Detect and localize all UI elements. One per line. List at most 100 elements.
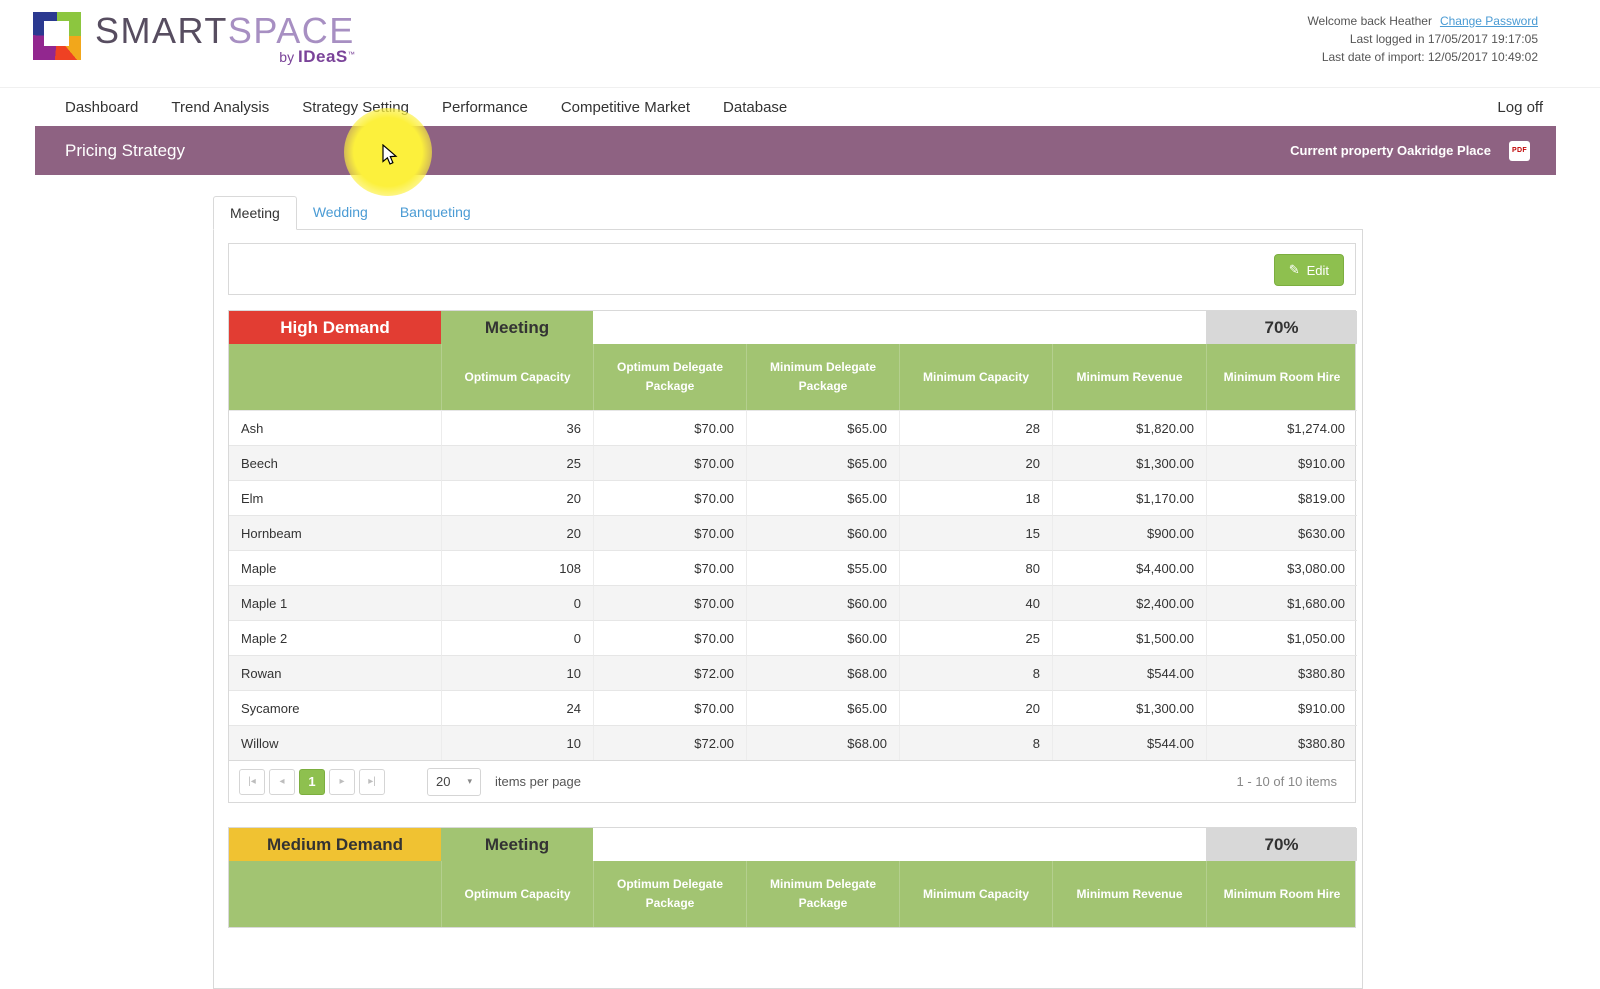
table-row[interactable]: Maple 2 0 $70.00 $60.00 25 $1,500.00 $1,050.00 bbox=[229, 620, 1357, 655]
value-cell: $70.00 bbox=[593, 585, 746, 620]
table-row[interactable]: Maple 108 $70.00 $55.00 80 $4,400.00 $3,080.00 bbox=[229, 550, 1357, 585]
band-spacer bbox=[593, 311, 1206, 344]
nav-item-performance[interactable]: Performance bbox=[442, 99, 528, 116]
value-cell: $544.00 bbox=[1052, 655, 1206, 690]
value-cell: $65.00 bbox=[746, 445, 899, 480]
value-cell: $1,300.00 bbox=[1052, 445, 1206, 480]
value-cell: $1,170.00 bbox=[1052, 480, 1206, 515]
value-cell: $900.00 bbox=[1052, 515, 1206, 550]
app-header: SMARTSPACE by IDeaS™ Welcome back Heathe… bbox=[0, 0, 1600, 88]
nav-item-database[interactable]: Database bbox=[723, 99, 787, 116]
column-header: Minimum Capacity bbox=[899, 861, 1052, 927]
tab-banqueting[interactable]: Banqueting bbox=[384, 196, 487, 229]
value-cell: $819.00 bbox=[1206, 480, 1357, 515]
value-cell: $1,300.00 bbox=[1052, 690, 1206, 725]
value-cell: 36 bbox=[441, 410, 593, 445]
room-name-cell: Maple bbox=[229, 550, 441, 585]
nav-item-trend-analysis[interactable]: Trend Analysis bbox=[171, 99, 269, 116]
welcome-text: Welcome back Heather bbox=[1307, 14, 1432, 28]
items-per-page-label: items per page bbox=[495, 774, 581, 789]
value-cell: 8 bbox=[899, 725, 1052, 760]
table-band: Medium Demand Meeting 70% bbox=[229, 828, 1357, 861]
nav-item-dashboard[interactable]: Dashboard bbox=[65, 99, 138, 116]
main-nav: Dashboard Trend Analysis Strategy Settin… bbox=[0, 88, 1600, 126]
value-cell: $60.00 bbox=[746, 620, 899, 655]
value-cell: $1,274.00 bbox=[1206, 410, 1357, 445]
value-cell: 15 bbox=[899, 515, 1052, 550]
column-header-row: Optimum Capacity Optimum Delegate Package… bbox=[229, 861, 1355, 927]
logo-smart: SMART bbox=[95, 10, 228, 51]
page-size-value: 20 bbox=[436, 774, 451, 789]
current-property-label: Current property Oakridge Place bbox=[1290, 143, 1491, 158]
room-name-cell: Beech bbox=[229, 445, 441, 480]
page-banner: Pricing Strategy Current property Oakrid… bbox=[35, 126, 1556, 175]
value-cell: 80 bbox=[899, 550, 1052, 585]
table-row[interactable]: Elm 20 $70.00 $65.00 18 $1,170.00 $819.00 bbox=[229, 480, 1357, 515]
table-row[interactable]: Maple 1 0 $70.00 $60.00 40 $2,400.00 $1,680.00 bbox=[229, 585, 1357, 620]
smartspace-logo[interactable]: SMARTSPACE by IDeaS™ bbox=[33, 12, 355, 67]
value-cell: $3,080.00 bbox=[1206, 550, 1357, 585]
value-cell: 20 bbox=[441, 515, 593, 550]
room-name-cell: Sycamore bbox=[229, 690, 441, 725]
last-import-text: Last date of import: 12/05/2017 10:49:02 bbox=[1321, 50, 1538, 64]
value-cell: 8 bbox=[899, 655, 1052, 690]
pdf-export-icon[interactable]: PDF bbox=[1509, 140, 1530, 161]
pricing-strategy-content: Meeting Wedding Banqueting ✎ Edit High D… bbox=[213, 196, 1363, 989]
pager-page-1-button[interactable]: 1 bbox=[299, 768, 325, 795]
column-header: Optimum Delegate Package bbox=[593, 861, 746, 927]
column-header-blank bbox=[229, 344, 441, 410]
room-name-cell: Ash bbox=[229, 410, 441, 445]
table-row[interactable]: Sycamore 24 $70.00 $65.00 20 $1,300.00 $910.00 bbox=[229, 690, 1357, 725]
value-cell: 25 bbox=[899, 620, 1052, 655]
value-cell: $60.00 bbox=[746, 515, 899, 550]
value-cell: 0 bbox=[441, 585, 593, 620]
value-cell: $70.00 bbox=[593, 515, 746, 550]
room-name-cell: Maple 1 bbox=[229, 585, 441, 620]
table-row[interactable]: Beech 25 $70.00 $65.00 20 $1,300.00 $910.00 bbox=[229, 445, 1357, 480]
value-cell: $1,500.00 bbox=[1052, 620, 1206, 655]
column-header: Minimum Revenue bbox=[1052, 344, 1206, 410]
demand-label-cell: Medium Demand bbox=[229, 828, 441, 861]
pager-prev-button[interactable]: ◂ bbox=[269, 768, 295, 795]
value-cell: $910.00 bbox=[1206, 690, 1357, 725]
value-cell: $380.80 bbox=[1206, 725, 1357, 760]
value-cell: 28 bbox=[899, 410, 1052, 445]
pager-last-button[interactable]: ▸| bbox=[359, 768, 385, 795]
value-cell: 24 bbox=[441, 690, 593, 725]
column-header-blank bbox=[229, 861, 441, 927]
smartspace-app: SMARTSPACE by IDeaS™ Welcome back Heathe… bbox=[0, 0, 1600, 989]
column-header: Optimum Capacity bbox=[441, 344, 593, 410]
value-cell: $72.00 bbox=[593, 655, 746, 690]
value-cell: 0 bbox=[441, 620, 593, 655]
log-off-link[interactable]: Log off bbox=[1497, 99, 1543, 116]
value-cell: $2,400.00 bbox=[1052, 585, 1206, 620]
table-row[interactable]: Willow 10 $72.00 $68.00 8 $544.00 $380.80 bbox=[229, 725, 1357, 760]
table-row[interactable]: Ash 36 $70.00 $65.00 28 $1,820.00 $1,274.00 bbox=[229, 410, 1357, 445]
medium-demand-table: Medium Demand Meeting 70% Optimum Capaci… bbox=[228, 827, 1357, 928]
value-cell: 25 bbox=[441, 445, 593, 480]
pager-next-button[interactable]: ▸ bbox=[329, 768, 355, 795]
edit-button[interactable]: ✎ Edit bbox=[1273, 254, 1344, 286]
table-row[interactable]: Rowan 10 $72.00 $68.00 8 $544.00 $380.80 bbox=[229, 655, 1357, 690]
pager-first-button[interactable]: |◂ bbox=[239, 768, 265, 795]
column-header-row: Optimum Capacity Optimum Delegate Package… bbox=[229, 344, 1355, 410]
nav-item-competitive-market[interactable]: Competitive Market bbox=[561, 99, 690, 116]
change-password-link[interactable]: Change Password bbox=[1440, 14, 1538, 28]
value-cell: $70.00 bbox=[593, 410, 746, 445]
room-name-cell: Elm bbox=[229, 480, 441, 515]
column-header: Optimum Delegate Package bbox=[593, 344, 746, 410]
column-header: Minimum Revenue bbox=[1052, 861, 1206, 927]
logo-space: SPACE bbox=[227, 10, 355, 51]
table-row[interactable]: Hornbeam 20 $70.00 $60.00 15 $900.00 $630.00 bbox=[229, 515, 1357, 550]
tab-wedding[interactable]: Wedding bbox=[297, 196, 384, 229]
page-size-dropdown[interactable]: 20 ▾ bbox=[427, 767, 481, 796]
high-demand-table: High Demand Meeting 70% Optimum Capacity… bbox=[228, 310, 1357, 803]
value-cell: $70.00 bbox=[593, 480, 746, 515]
nav-item-strategy-setting[interactable]: Strategy Setting bbox=[302, 99, 409, 116]
value-cell: $72.00 bbox=[593, 725, 746, 760]
value-cell: $630.00 bbox=[1206, 515, 1357, 550]
pager: |◂ ◂ 1 ▸ ▸| 20 ▾ items per page 1 - 10 o… bbox=[229, 760, 1355, 802]
pencil-icon: ✎ bbox=[1288, 262, 1300, 277]
tab-meeting[interactable]: Meeting bbox=[213, 196, 297, 230]
logo-by: by bbox=[279, 49, 295, 65]
